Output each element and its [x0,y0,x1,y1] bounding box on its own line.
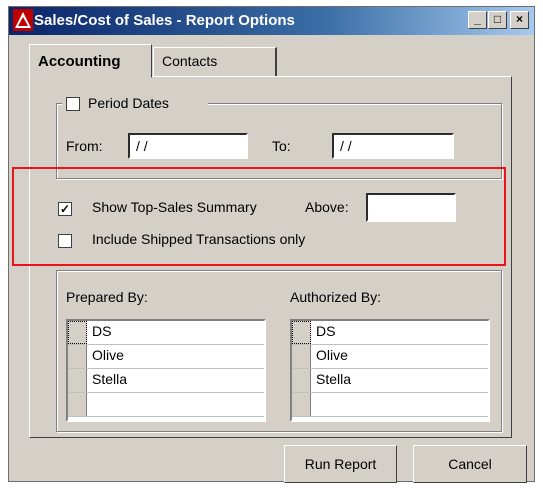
period-dates-checkbox[interactable] [66,97,80,111]
list-item-text: Olive [92,347,124,363]
tab-contacts[interactable]: Contacts [153,47,277,76]
from-label: From: [66,138,103,154]
list-item[interactable] [68,393,264,417]
authorized-by-list[interactable]: DS Olive Stella [290,319,490,422]
list-item[interactable]: Stella [292,369,488,393]
list-item[interactable]: Stella [68,369,264,393]
cancel-button[interactable]: Cancel [413,445,527,483]
list-item-text: DS [92,323,112,339]
period-dates-label: Period Dates [88,95,169,111]
prepared-by-list[interactable]: DS Olive Stella [66,319,266,422]
to-label: To: [272,138,291,154]
app-logo-icon [13,9,33,31]
highlight-box [12,167,506,266]
list-item[interactable]: DS [292,321,488,345]
list-item[interactable] [292,393,488,417]
list-item[interactable]: Olive [68,345,264,369]
tab-contacts-label: Contacts [162,53,218,69]
list-item[interactable]: Olive [292,345,488,369]
to-date-input[interactable]: / / [332,133,454,159]
tab-accounting-label: Accounting [38,53,121,70]
run-report-button[interactable]: Run Report [284,445,397,483]
list-item-text: DS [316,323,336,339]
close-button[interactable]: × [510,11,529,29]
authorized-by-label: Authorized By: [290,289,382,305]
minimize-button[interactable]: _ [468,11,487,29]
list-item[interactable]: DS [68,321,264,345]
from-date-input[interactable]: / / [128,133,248,159]
list-item-text: Stella [316,371,352,387]
list-item-text: Stella [92,371,128,387]
prepared-by-label: Prepared By: [66,289,148,305]
window-title: Sales/Cost of Sales - Report Options [34,12,295,29]
list-item-text: Olive [316,347,348,363]
tab-accounting[interactable]: Accounting [29,44,152,78]
maximize-button[interactable]: □ [488,11,507,29]
